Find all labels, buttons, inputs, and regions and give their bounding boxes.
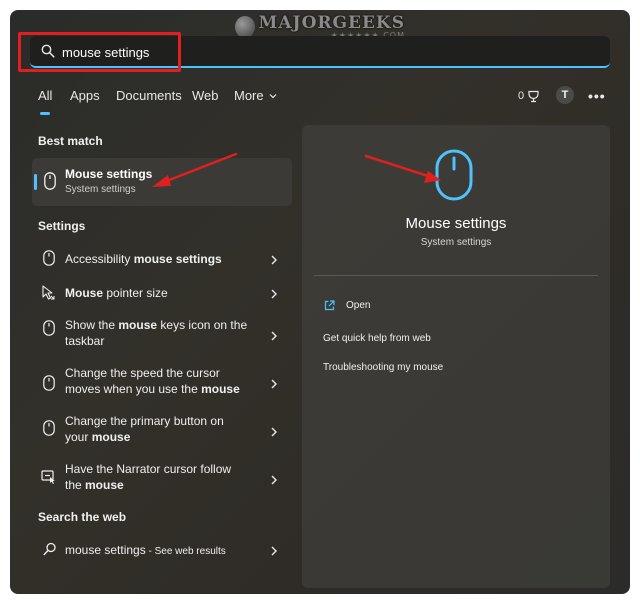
- settings-result-label: Have the Narrator cursor follow the mous…: [65, 462, 232, 492]
- preview-title: Mouse settings: [405, 215, 507, 232]
- best-match-title: Mouse settings: [65, 167, 153, 181]
- mouse-icon: [43, 250, 55, 266]
- tab-apps[interactable]: Apps: [70, 88, 100, 103]
- trophy-icon: [528, 90, 539, 102]
- tab-more-label: More: [234, 88, 264, 103]
- best-match-subtitle: System settings: [65, 184, 136, 195]
- mouse-icon: [43, 420, 55, 436]
- start-search-panel: MAJORGEEKS ★★★★★★.COM All Apps Documents…: [10, 10, 630, 594]
- preview-subtitle: System settings: [420, 237, 492, 248]
- settings-result-label: Change the primary button on your mouse: [65, 414, 224, 444]
- search-icon: [41, 44, 55, 58]
- chevron-right-icon: [271, 546, 277, 556]
- tab-documents[interactable]: Documents: [116, 88, 182, 103]
- search-input[interactable]: [62, 42, 582, 62]
- chevron-right-icon: [271, 289, 277, 299]
- rewards-points[interactable]: 0: [518, 86, 540, 106]
- chevron-down-icon: [269, 93, 277, 98]
- tab-web[interactable]: Web: [192, 88, 219, 103]
- mouse-icon: [44, 172, 56, 190]
- settings-result-label: Show the mouse keys icon on the taskbar: [65, 318, 248, 348]
- best-match-item[interactable]: Mouse settings System settings: [32, 158, 292, 206]
- open-action-label: Open: [346, 300, 371, 311]
- settings-result-label: Mouse pointer size: [65, 286, 168, 300]
- mouse-icon: [435, 149, 473, 201]
- globe-logo-icon: [235, 16, 255, 38]
- narrator-icon: [41, 470, 55, 484]
- tab-more[interactable]: More: [234, 88, 277, 103]
- chevron-right-icon: [271, 379, 277, 389]
- settings-result-item[interactable]: Show the mouse keys icon on the taskbar: [32, 316, 292, 352]
- web-search-result[interactable]: mouse settings - See web results: [32, 539, 292, 561]
- points-count: 0: [518, 90, 525, 102]
- mouse-icon: [43, 375, 55, 391]
- preview-pane: Mouse settings System settings Open Get …: [302, 125, 610, 588]
- watermark-title: MAJORGEEKS: [258, 12, 405, 33]
- tab-active-indicator: [40, 112, 50, 115]
- settings-result-label: Accessibility mouse settings: [65, 252, 222, 266]
- mouse-icon: [43, 320, 55, 336]
- pointer-size-icon: [42, 285, 55, 300]
- web-search-label: mouse settings - See web results: [65, 543, 226, 557]
- chevron-right-icon: [271, 331, 277, 341]
- settings-result-item[interactable]: Accessibility mouse settings: [32, 248, 292, 270]
- settings-result-label: Change the speed the cursor moves when y…: [65, 366, 240, 396]
- chevron-right-icon: [271, 427, 277, 437]
- settings-result-item[interactable]: Mouse pointer size: [32, 282, 292, 304]
- chevron-right-icon: [271, 475, 277, 485]
- settings-result-item[interactable]: Have the Narrator cursor follow the mous…: [32, 460, 292, 496]
- more-options-button[interactable]: •••: [588, 86, 606, 106]
- search-the-web-heading: Search the web: [38, 510, 127, 524]
- open-action[interactable]: Open: [324, 300, 370, 311]
- settings-result-item[interactable]: Change the primary button on your mouse: [32, 412, 292, 448]
- best-match-heading: Best match: [38, 134, 103, 148]
- search-icon: [43, 542, 56, 556]
- chevron-right-icon: [271, 255, 277, 265]
- settings-heading: Settings: [38, 219, 86, 233]
- divider: [314, 275, 598, 276]
- search-box[interactable]: [30, 36, 610, 68]
- selection-indicator: [34, 174, 37, 190]
- avatar[interactable]: T: [556, 86, 574, 104]
- tab-all[interactable]: All: [38, 88, 52, 103]
- settings-result-item[interactable]: Change the speed the cursor moves when y…: [32, 364, 292, 400]
- quick-help-action[interactable]: Get quick help from web: [323, 333, 431, 344]
- troubleshoot-action[interactable]: Troubleshooting my mouse: [323, 362, 443, 373]
- open-external-icon: [324, 300, 335, 311]
